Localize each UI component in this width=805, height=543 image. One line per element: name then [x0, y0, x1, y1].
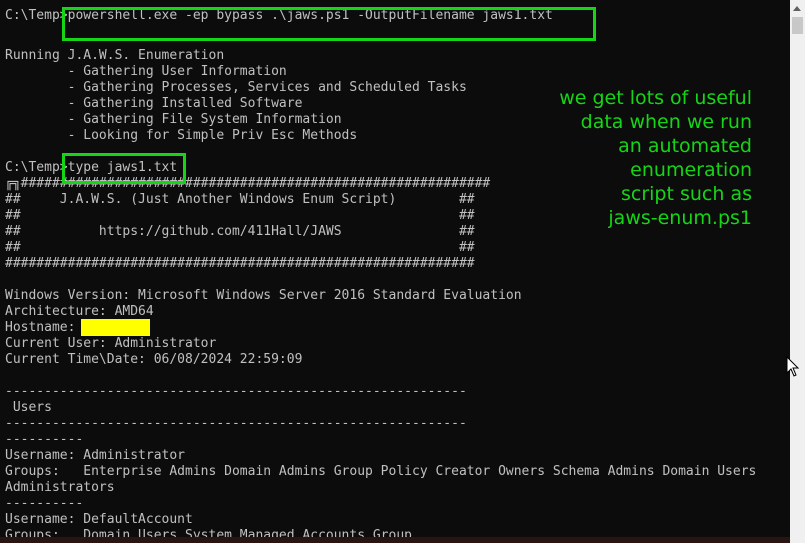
- cursor-arrow-icon: [786, 356, 800, 377]
- output-line: Architecture: AMD64: [5, 304, 154, 319]
- bottom-edge-strip: [0, 537, 790, 543]
- section-heading: Users: [5, 400, 52, 415]
- annotation-text: we get lots of useful data when we run a…: [559, 87, 752, 229]
- type-command-highlight-box: [62, 153, 186, 184]
- separator-line: ----------------------------------------…: [5, 416, 467, 431]
- console-output[interactable]: C:\Temp>powershell.exe -ep bypass .\jaws…: [0, 0, 790, 543]
- banner-line: ########################################…: [5, 256, 475, 271]
- vertical-scrollbar[interactable]: [790, 0, 805, 543]
- banner-line: ## ##: [5, 208, 475, 223]
- output-line: Running J.A.W.S. Enumeration: [5, 48, 225, 63]
- scroll-up-icon[interactable]: [790, 0, 805, 17]
- output-line: - Gathering User Information: [5, 64, 287, 79]
- separator-line: ----------: [5, 432, 84, 447]
- banner-line: ## ##: [5, 240, 475, 255]
- hostname-line: Hostname:: [5, 320, 84, 335]
- hostname-redaction: [81, 319, 150, 336]
- scroll-thumb[interactable]: [792, 17, 803, 34]
- output-line: Groups: Enterprise Admins Domain Admins …: [5, 464, 757, 479]
- output-line: Current User: Administrator: [5, 336, 217, 351]
- command-highlight-box: [62, 7, 596, 41]
- output-line: Windows Version: Microsoft Windows Serve…: [5, 288, 522, 303]
- separator-line: ----------: [5, 496, 84, 511]
- separator-line: ----------------------------------------…: [5, 384, 467, 399]
- output-line: Username: Administrator: [5, 448, 186, 463]
- output-line: - Gathering Processes, Services and Sche…: [5, 80, 467, 95]
- output-line: - Gathering Installed Software: [5, 96, 303, 111]
- output-line: Administrators: [5, 480, 115, 495]
- banner-line: ## J.A.W.S. (Just Another Windows Enum S…: [5, 192, 475, 207]
- output-line: - Gathering File System Information: [5, 112, 342, 127]
- output-line: Username: DefaultAccount: [5, 512, 193, 527]
- output-line: Current Time\Date: 06/08/2024 22:59:09: [5, 352, 303, 367]
- output-line: - Looking for Simple Priv Esc Methods: [5, 128, 358, 143]
- banner-line: ## https://github.com/411Hall/JAWS ##: [5, 224, 475, 239]
